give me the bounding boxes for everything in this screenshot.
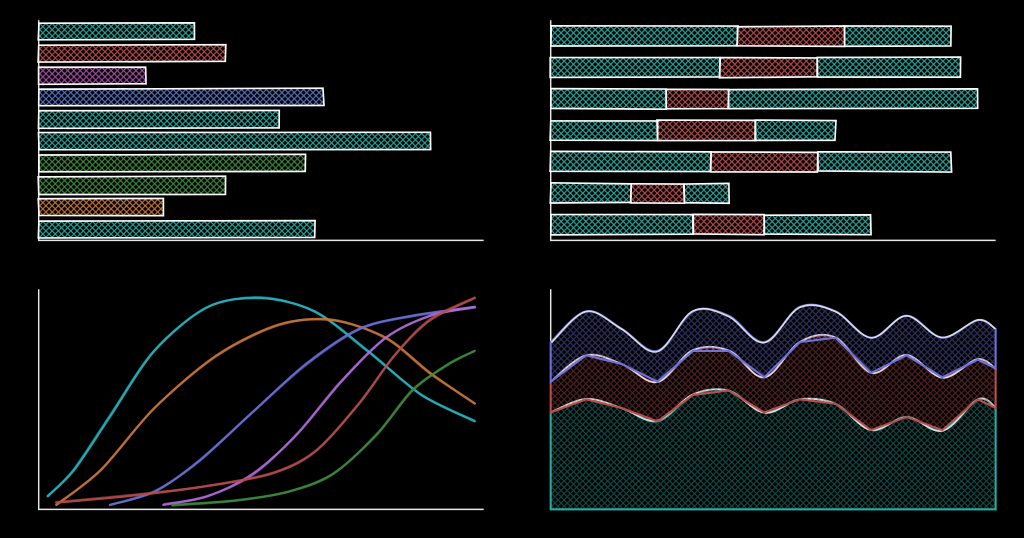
stacked-segment — [728, 89, 978, 109]
bar-row — [39, 154, 306, 172]
stacked-segment — [630, 183, 683, 203]
stacked-segment — [720, 58, 818, 78]
stacked-segment — [764, 215, 871, 234]
stacked-segment — [550, 57, 720, 77]
bar-row — [39, 110, 279, 128]
stacked-segment — [737, 27, 844, 46]
chart-lines — [0, 269, 512, 538]
line-series — [56, 319, 474, 505]
chart-area — [512, 269, 1024, 538]
chart-stackedbar — [512, 0, 1024, 269]
stacked-segment — [551, 27, 738, 46]
bar-row — [38, 177, 226, 194]
stacked-segment — [711, 152, 818, 173]
chart-hbar — [0, 0, 512, 269]
bar-row — [38, 67, 146, 85]
stacked-segment — [550, 214, 693, 235]
stacked-segment — [550, 120, 657, 140]
stacked-segment — [818, 152, 952, 172]
stacked-segment — [657, 120, 755, 140]
stacked-segment — [817, 57, 960, 77]
stacked-segment — [550, 89, 666, 109]
stacked-segment — [755, 120, 835, 140]
bar-row — [38, 133, 430, 151]
bar-row — [38, 199, 164, 217]
bar-row — [38, 88, 324, 106]
bar-row — [39, 23, 194, 40]
bar-row — [39, 44, 226, 61]
stacked-segment — [684, 184, 729, 203]
stacked-segment — [693, 215, 764, 235]
stacked-segment — [844, 26, 951, 45]
stacked-segment — [550, 183, 631, 203]
bar-row — [38, 221, 315, 238]
line-series — [110, 307, 475, 505]
stacked-segment — [550, 152, 711, 172]
stacked-segment — [666, 89, 729, 109]
